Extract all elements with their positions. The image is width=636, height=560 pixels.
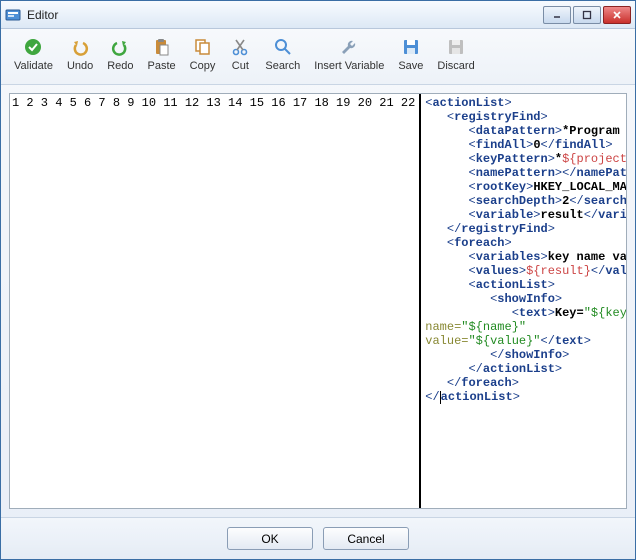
undo-icon	[69, 36, 91, 58]
window-title: Editor	[27, 8, 541, 22]
wrench-icon	[338, 36, 360, 58]
redo-button[interactable]: Redo	[100, 33, 140, 75]
editor-window: Editor Validate Undo	[0, 0, 636, 560]
redo-icon	[109, 36, 131, 58]
paste-icon	[151, 36, 173, 58]
close-button[interactable]	[603, 6, 631, 24]
toolbar-label: Save	[398, 60, 423, 72]
line-gutter: 1 2 3 4 5 6 7 8 9 10 11 12 13 14 15 16 1…	[10, 94, 421, 508]
code-content[interactable]: <actionList> <registryFind> <dataPattern…	[421, 94, 626, 508]
window-controls	[541, 6, 631, 24]
toolbar: Validate Undo Redo Paste Copy	[1, 29, 635, 85]
toolbar-label: Validate	[14, 60, 53, 72]
toolbar-label: Undo	[67, 60, 93, 72]
toolbar-label: Insert Variable	[314, 60, 384, 72]
toolbar-label: Cut	[232, 60, 249, 72]
validate-button[interactable]: Validate	[7, 33, 60, 75]
toolbar-label: Search	[265, 60, 300, 72]
cut-button[interactable]: Cut	[222, 33, 258, 75]
discard-icon	[445, 36, 467, 58]
check-icon	[22, 36, 44, 58]
ok-button[interactable]: OK	[227, 527, 313, 550]
toolbar-label: Paste	[148, 60, 176, 72]
copy-button[interactable]: Copy	[183, 33, 223, 75]
undo-button[interactable]: Undo	[60, 33, 100, 75]
search-icon	[272, 36, 294, 58]
paste-button[interactable]: Paste	[141, 33, 183, 75]
minimize-button[interactable]	[543, 6, 571, 24]
cut-icon	[229, 36, 251, 58]
button-label: OK	[261, 532, 278, 546]
discard-button[interactable]: Discard	[430, 33, 481, 75]
save-icon	[400, 36, 422, 58]
insert-variable-button[interactable]: Insert Variable	[307, 33, 391, 75]
copy-icon	[192, 36, 214, 58]
toolbar-label: Redo	[107, 60, 133, 72]
dialog-buttons: OK Cancel	[1, 517, 635, 559]
toolbar-label: Discard	[437, 60, 474, 72]
titlebar: Editor	[1, 1, 635, 29]
search-button[interactable]: Search	[258, 33, 307, 75]
maximize-button[interactable]	[573, 6, 601, 24]
save-button[interactable]: Save	[391, 33, 430, 75]
button-label: Cancel	[347, 532, 384, 546]
cancel-button[interactable]: Cancel	[323, 527, 409, 550]
toolbar-label: Copy	[190, 60, 216, 72]
code-editor[interactable]: 1 2 3 4 5 6 7 8 9 10 11 12 13 14 15 16 1…	[9, 93, 627, 509]
app-icon	[5, 7, 21, 23]
